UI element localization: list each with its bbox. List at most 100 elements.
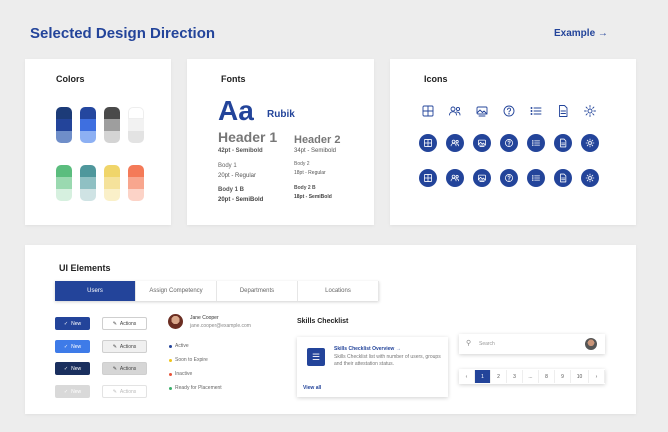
grid-icon	[419, 134, 437, 152]
chevron-left-icon: ‹	[465, 373, 468, 380]
header1-spec: 42pt - Semibold	[218, 148, 263, 154]
checklist-icon: ☰	[307, 348, 325, 366]
page-9[interactable]: 9	[555, 370, 571, 383]
skills-card: ☰ Skills Checklist Overview → Skills Che…	[297, 337, 448, 397]
status-dot	[169, 358, 172, 362]
tab-departments[interactable]: Departments	[217, 281, 298, 301]
color-swatch	[128, 107, 144, 143]
new-button[interactable]: ✓ New	[55, 317, 90, 330]
pencil-icon: ✎	[112, 388, 117, 395]
actions-button-pressed[interactable]: ✎ Actions	[102, 362, 147, 375]
tab-bar: Users Assign Competency Departments Loca…	[55, 281, 379, 301]
color-swatch	[80, 107, 96, 143]
user-email: jane.cooper@example.com	[190, 323, 251, 329]
grid-icon	[419, 169, 437, 187]
help-icon	[500, 134, 518, 152]
actions-button-hover[interactable]: ✎ Actions	[102, 340, 147, 353]
page-2[interactable]: 2	[491, 370, 507, 383]
settings-icon	[581, 169, 599, 187]
skills-card-title[interactable]: Skills Checklist Overview →	[334, 346, 401, 352]
arrow-right-icon: →	[597, 28, 608, 39]
users-icon	[448, 104, 462, 118]
body1b-spec: 20pt - SemiBold	[218, 197, 264, 203]
document-icon	[554, 134, 572, 152]
color-swatch	[104, 165, 120, 201]
pagination: ‹ 1 2 3 ... 8 9 10 ›	[459, 369, 605, 384]
actions-button-disabled: ✎ Actions	[102, 385, 147, 398]
chevron-right-icon: ›	[595, 373, 598, 380]
document-icon	[554, 169, 572, 187]
body1-spec: 20pt - Regular	[218, 173, 257, 179]
skills-checklist-title: Skills Checklist	[297, 318, 349, 325]
status-ready-for-placement: Ready for Placement	[169, 385, 222, 391]
color-swatch	[56, 107, 72, 143]
list-icon	[527, 169, 545, 187]
new-button-hover[interactable]: ✓ New	[55, 340, 90, 353]
font-family-name: Rubik	[267, 109, 295, 120]
fonts-card: Fonts Aa Rubik Header 1 42pt - Semibold …	[187, 59, 374, 225]
colors-title: Colors	[56, 74, 85, 84]
page-1[interactable]: 1	[475, 370, 491, 383]
page-3[interactable]: 3	[507, 370, 523, 383]
users-icon	[446, 169, 464, 187]
color-swatch	[56, 165, 72, 201]
tab-locations[interactable]: Locations	[298, 281, 379, 301]
example-link[interactable]: Example →	[554, 28, 608, 39]
header1-sample: Header 1	[218, 129, 278, 145]
check-icon: ✓	[63, 365, 69, 372]
colors-card: Colors	[25, 59, 171, 225]
help-icon	[500, 169, 518, 187]
status-inactive: Inactive	[169, 371, 192, 377]
new-button-pressed[interactable]: ✓ New	[55, 362, 90, 375]
pencil-icon: ✎	[112, 365, 117, 372]
body2b-sample: Body 2 B	[294, 185, 316, 191]
image-icon	[473, 134, 491, 152]
status-active: Active	[169, 343, 189, 349]
status-dot	[169, 386, 172, 390]
tab-assign-competency[interactable]: Assign Competency	[136, 281, 217, 301]
status-dot	[169, 344, 172, 348]
color-swatch	[128, 165, 144, 201]
body1b-sample: Body 1 B	[218, 187, 245, 193]
check-icon: ✓	[63, 388, 69, 395]
page-8[interactable]: 8	[539, 370, 555, 383]
header2-spec: 34pt - Semibold	[294, 148, 337, 154]
new-button-disabled: ✓ New	[55, 385, 90, 398]
font-sample: Aa	[218, 95, 254, 126]
icons-title: Icons	[424, 74, 448, 84]
check-icon: ✓	[63, 343, 69, 350]
color-swatch	[104, 107, 120, 143]
search-input[interactable]: Search	[479, 341, 495, 347]
body2-spec: 18pt - Regular	[294, 170, 326, 176]
help-icon	[502, 104, 516, 118]
actions-button[interactable]: ✎ Actions	[102, 317, 147, 330]
user-name: Jane Cooper	[190, 315, 219, 321]
prev-page-button[interactable]: ‹	[459, 370, 475, 383]
users-icon	[446, 134, 464, 152]
image-icon	[475, 104, 489, 118]
ui-elements-title: UI Elements	[59, 263, 111, 273]
list-icon	[529, 104, 543, 118]
grid-icon	[421, 104, 435, 118]
body1-sample: Body 1	[218, 163, 237, 169]
arrow-right-icon: →	[395, 346, 401, 352]
body2-sample: Body 2	[294, 161, 310, 167]
search-icon: ⚲	[466, 340, 472, 347]
view-all-link[interactable]: View all	[303, 385, 321, 391]
page-10[interactable]: 10	[571, 370, 589, 383]
color-swatch	[80, 165, 96, 201]
search-box[interactable]: ⚲ Search	[459, 334, 605, 354]
status-dot	[169, 372, 172, 376]
settings-icon	[581, 134, 599, 152]
page-ellipsis: ...	[523, 370, 539, 383]
body2b-spec: 18pt - SemiBold	[294, 194, 332, 200]
check-icon: ✓	[63, 320, 69, 327]
pencil-icon: ✎	[112, 343, 117, 350]
avatar	[585, 338, 597, 350]
skills-card-description: Skills Checklist list with number of use…	[334, 354, 441, 367]
next-page-button[interactable]: ›	[589, 370, 605, 383]
tab-users[interactable]: Users	[55, 281, 136, 301]
document-icon	[556, 104, 570, 118]
settings-icon	[583, 104, 597, 118]
fonts-title: Fonts	[221, 74, 246, 84]
